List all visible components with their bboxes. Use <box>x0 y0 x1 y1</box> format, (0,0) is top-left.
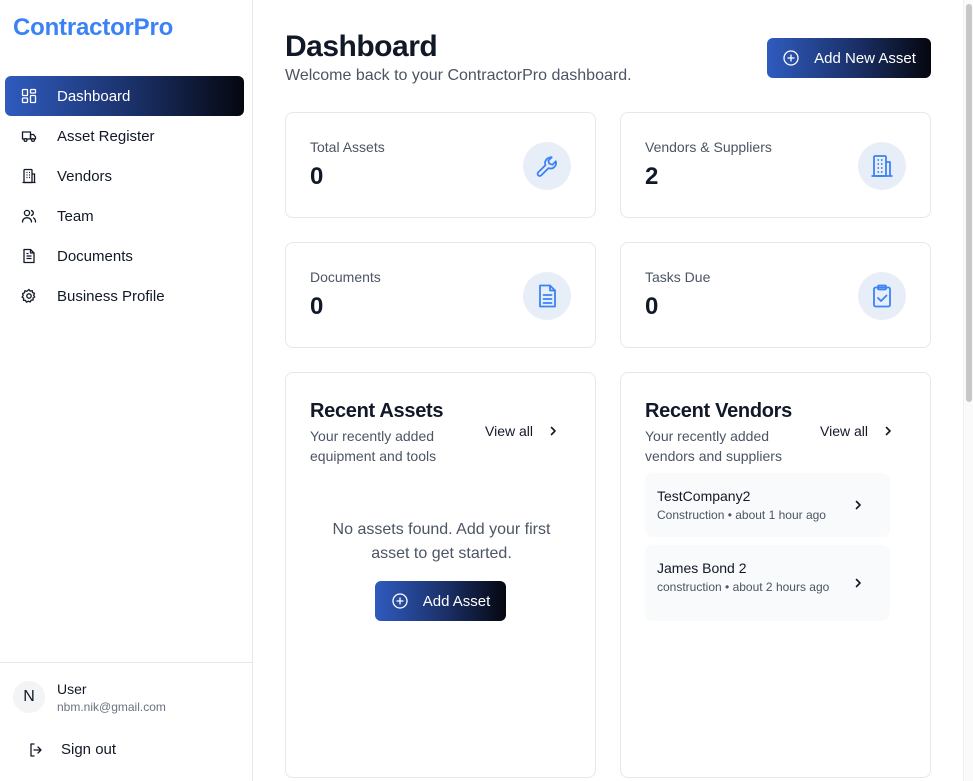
panel-title: Recent Assets <box>310 400 444 422</box>
panel-description: Your recently added equipment and tools <box>310 428 437 464</box>
stat-label: Total Assets <box>310 139 385 155</box>
sidebar-item-team[interactable]: Team <box>5 196 244 236</box>
add-new-asset-button[interactable]: Add New Asset <box>767 38 931 78</box>
avatar[interactable]: N <box>13 681 45 713</box>
stat-label: Tasks Due <box>645 269 711 285</box>
stat-card-documents[interactable]: Documents 0 <box>285 242 596 348</box>
page-subtitle: Welcome back to your ContractorPro dashb… <box>285 67 632 84</box>
building-icon <box>858 142 906 190</box>
panel-title: Recent Vendors <box>645 400 792 422</box>
empty-state-message: No assets found. Add your first asset to… <box>286 518 597 566</box>
page-title: Dashboard <box>285 30 438 63</box>
users-icon <box>21 208 37 224</box>
document-icon <box>523 272 571 320</box>
wrench-icon <box>523 142 571 190</box>
recent-vendors-panel: Recent Vendors Your recently added vendo… <box>620 372 931 778</box>
chevron-right-icon <box>550 426 556 436</box>
sidebar-item-label: Documents <box>57 247 133 265</box>
sidebar-item-asset-register[interactable]: Asset Register <box>5 116 244 156</box>
sidebar-item-label: Team <box>57 207 94 225</box>
stat-value: 0 <box>310 163 324 190</box>
user-email: nbm.nik@gmail.com <box>57 700 166 714</box>
recent-assets-panel: Recent Assets Your recently added equipm… <box>285 372 596 778</box>
view-all-label: View all <box>820 423 868 439</box>
sidebar-item-business-profile[interactable]: Business Profile <box>5 276 244 316</box>
brand-logo[interactable]: ContractorPro <box>13 14 173 42</box>
stat-value: 0 <box>310 293 324 320</box>
sidebar-item-label: Asset Register <box>57 127 155 145</box>
vendor-meta: Construction • about 1 hour ago <box>657 508 826 522</box>
vendor-meta: construction • about 2 hours ago <box>657 580 830 594</box>
sidebar: ContractorPro Dashboard Asset Register V… <box>0 0 253 781</box>
dashboard-grid-icon <box>21 88 37 104</box>
sidebar-footer: N User nbm.nik@gmail.com Sign out <box>0 662 252 781</box>
vendor-name: TestCompany2 <box>657 488 751 504</box>
chevron-right-icon <box>885 426 891 436</box>
sidebar-item-vendors[interactable]: Vendors <box>5 156 244 196</box>
sign-out-label: Sign out <box>61 741 117 758</box>
stat-value: 2 <box>645 163 659 190</box>
clipboard-check-icon <box>858 272 906 320</box>
stat-label: Vendors & Suppliers <box>645 139 772 155</box>
scrollbar-thumb[interactable] <box>966 4 972 402</box>
stat-card-total-assets[interactable]: Total Assets 0 <box>285 112 596 218</box>
sidebar-item-label: Vendors <box>57 167 113 185</box>
add-asset-label: Add Asset <box>422 592 491 610</box>
sidebar-item-label: Business Profile <box>57 287 165 305</box>
stat-card-tasks-due[interactable]: Tasks Due 0 <box>620 242 931 348</box>
vendor-list-item[interactable]: James Bond 2 construction • about 2 hour… <box>645 545 890 621</box>
sign-out-button[interactable]: Sign out <box>28 741 116 758</box>
view-all-label: View all <box>485 423 533 439</box>
stat-card-vendors-suppliers[interactable]: Vendors & Suppliers 2 <box>620 112 931 218</box>
empty-state-text: No assets found. Add your first asset to… <box>332 521 551 562</box>
user-name: User <box>57 681 87 697</box>
view-all-assets-link[interactable]: View all <box>485 423 559 439</box>
sidebar-item-documents[interactable]: Documents <box>5 236 244 276</box>
main-content: Dashboard Welcome back to your Contracto… <box>253 0 963 781</box>
add-new-asset-label: Add New Asset <box>814 49 916 67</box>
plus-circle-icon <box>782 49 800 67</box>
panel-description: Your recently added vendors and supplier… <box>645 428 782 464</box>
plus-circle-icon <box>391 592 409 610</box>
stat-value: 0 <box>645 293 659 320</box>
chevron-right-icon <box>855 500 861 510</box>
sidebar-item-dashboard[interactable]: Dashboard <box>5 76 244 116</box>
view-all-vendors-link[interactable]: View all <box>820 423 894 439</box>
sign-out-icon <box>28 742 44 758</box>
sidebar-item-label: Dashboard <box>57 87 131 105</box>
page-scrollbar[interactable] <box>963 0 973 781</box>
chevron-right-icon <box>855 578 861 588</box>
gear-icon <box>21 288 37 304</box>
vendor-list-item[interactable]: TestCompany2 Construction • about 1 hour… <box>645 473 890 537</box>
add-asset-button[interactable]: Add Asset <box>375 581 506 621</box>
stat-label: Documents <box>310 269 381 285</box>
document-icon <box>21 248 37 264</box>
sidebar-nav: Dashboard Asset Register Vendors Team Do… <box>5 76 244 316</box>
building-icon <box>21 168 37 184</box>
truck-icon <box>21 128 37 144</box>
vendor-name: James Bond 2 <box>657 560 747 576</box>
